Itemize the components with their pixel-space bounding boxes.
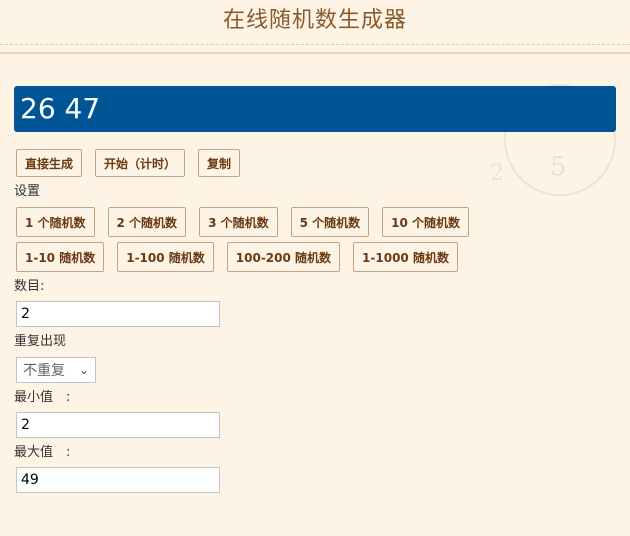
range-1-100-button[interactable]: 1-100 随机数 [117,242,214,272]
range-100-200-button[interactable]: 100-200 随机数 [226,242,341,272]
count-input[interactable] [16,301,220,327]
header-divider [0,52,630,54]
start-timer-button[interactable]: 开始（计时） [95,149,186,177]
max-label: 最大值 : [14,445,71,460]
preset-2-button[interactable]: 2 个随机数 [107,207,187,237]
repeat-label: 重复出现 [14,334,67,349]
min-label: 最小值 : [14,390,71,405]
copy-button[interactable]: 复制 [198,149,241,177]
max-input[interactable] [16,467,220,493]
page-title: 在线随机数生成器 [222,8,407,33]
range-1-1000-button[interactable]: 1-1000 随机数 [353,242,458,272]
count-label: 数目: [14,279,45,294]
header: 在线随机数生成器 [0,0,630,46]
preset-10-button[interactable]: 10 个随机数 [382,207,470,237]
repeat-select-value: 不重复 [23,363,65,379]
preset-3-button[interactable]: 3 个随机数 [199,207,278,237]
action-buttons: 直接生成 开始（计时） 复制 [14,149,616,177]
preset-row-2: 1-10 随机数 1-100 随机数 100-200 随机数 1-1000 随机… [14,242,616,272]
generate-button[interactable]: 直接生成 [16,149,83,177]
min-input[interactable] [16,412,220,438]
result-display: 26 47 [14,86,616,132]
repeat-select[interactable]: 不重复 ⌄ [16,357,96,383]
header-divider-dashed [0,44,630,45]
settings-label: 设置 [14,184,41,199]
generator-panel: 26 47 直接生成 开始（计时） 复制 设置 1 个随机数 2 个随机数 3 … [14,86,616,493]
range-1-10-button[interactable]: 1-10 随机数 [16,242,105,272]
chevron-down-icon: ⌄ [78,363,89,377]
preset-1-button[interactable]: 1 个随机数 [16,207,95,237]
preset-row-1: 1 个随机数 2 个随机数 3 个随机数 5 个随机数 10 个随机数 [14,207,616,237]
preset-5-button[interactable]: 5 个随机数 [290,207,370,237]
